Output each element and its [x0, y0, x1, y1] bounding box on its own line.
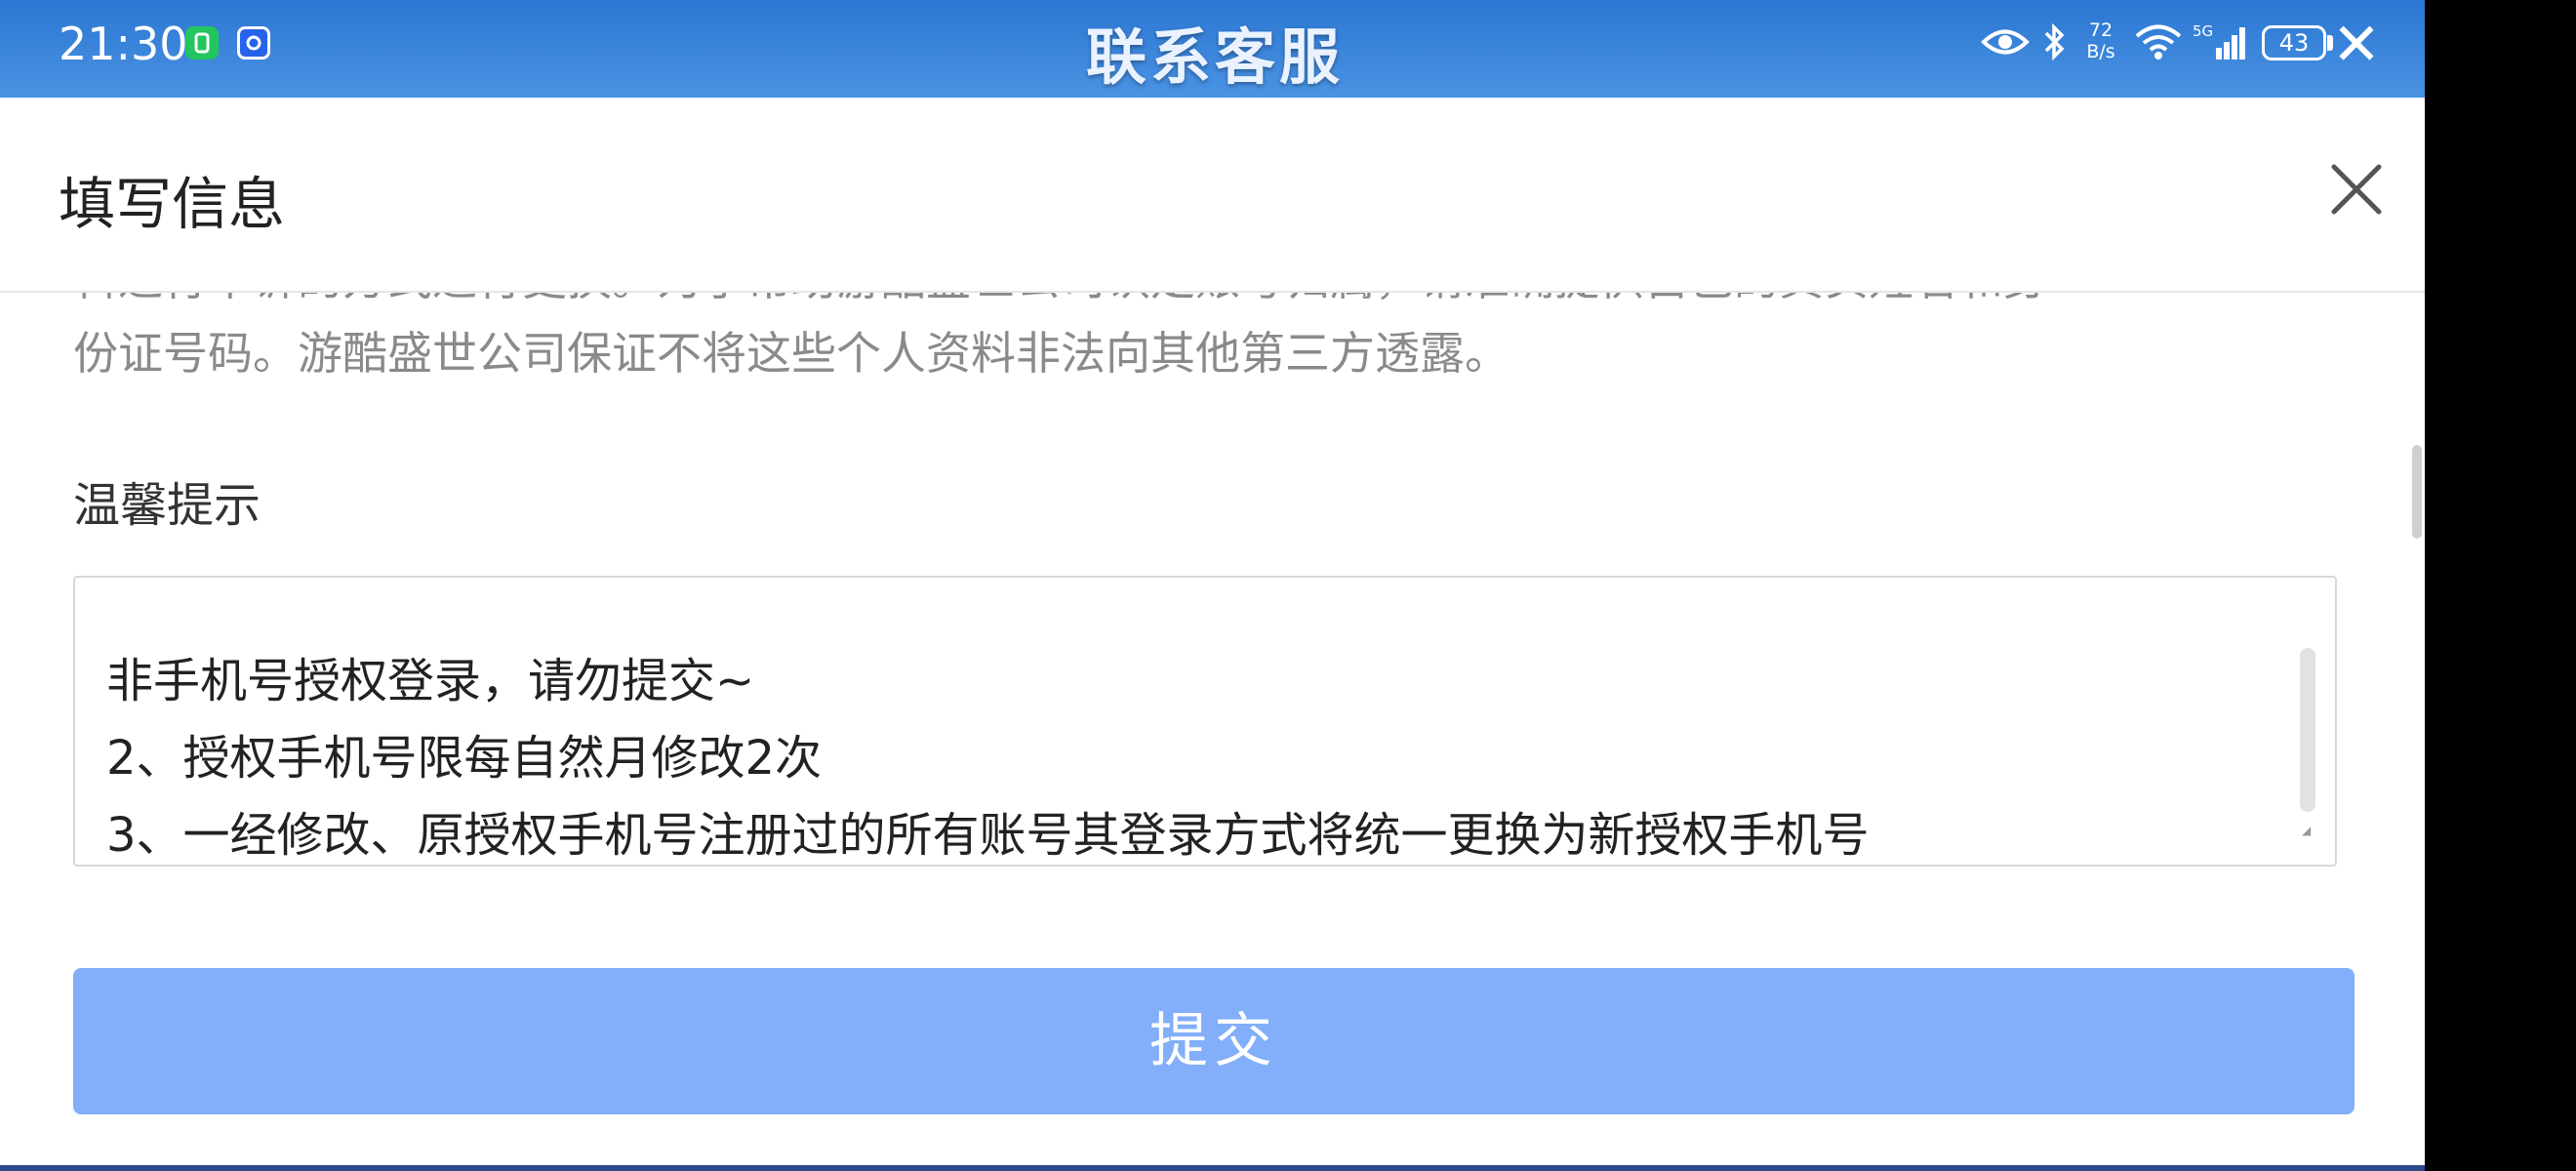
network-speed: 72 B/s	[2078, 20, 2123, 62]
tips-text: 非手机号授权登录，请勿提交~ 2、授权手机号限每自然月修改2次 3、一经修改、原…	[106, 578, 2282, 865]
tip-line: 非手机号授权登录，请勿提交~	[106, 654, 755, 708]
close-icon[interactable]: ✕	[2327, 16, 2386, 74]
tip-line: 3、一经修改、原授权手机号注册过的所有账号其登录方式将统一更换为新授权手机号	[106, 808, 1870, 863]
wifi-icon	[2130, 18, 2187, 66]
eye-icon	[1979, 18, 2032, 66]
screen-edge-bar	[2425, 0, 2576, 1171]
close-icon[interactable]	[2322, 155, 2391, 223]
resize-handle-icon[interactable]: ◢	[2302, 824, 2315, 837]
battery-icon: 43	[2262, 25, 2326, 61]
page-header-title: 联系客服	[1085, 21, 1344, 93]
network-speed-unit: B/s	[2086, 41, 2115, 62]
bottom-edge	[0, 1165, 2425, 1171]
network-speed-value: 72	[2088, 20, 2113, 41]
notification-app-icon	[185, 26, 219, 60]
signal-icon: 5G	[2191, 18, 2249, 66]
notification-app-icon-2	[237, 26, 270, 60]
bluetooth-icon	[2039, 18, 2069, 66]
submit-button[interactable]: 提交	[73, 968, 2355, 1114]
tips-scrollbar[interactable]	[2300, 648, 2315, 812]
screen: 21:30 联系客服 72 B/s 5G 43 ✕ 填写信息 份证号码。游酷盛世…	[0, 0, 2425, 1171]
tips-textarea[interactable]: 非手机号授权登录，请勿提交~ 2、授权手机号限每自然月修改2次 3、一经修改、原…	[73, 576, 2337, 867]
sheet-title: 填写信息	[59, 171, 286, 237]
status-bar: 21:30 联系客服 72 B/s 5G 43 ✕	[0, 0, 2425, 98]
page-scrollbar[interactable]	[2412, 445, 2422, 539]
tip-line: 2、授权手机号限每自然月修改2次	[106, 731, 823, 786]
fill-info-sheet: 填写信息 料进行申诉的方式进行更换。为了帮助游酷盛世公司认定账号归属，请准确提供…	[0, 101, 2425, 1167]
sheet-header: 填写信息	[0, 101, 2425, 293]
status-time: 21:30	[59, 18, 188, 70]
sheet-body[interactable]: 料进行申诉的方式进行更换。为了帮助游酷盛世公司认定账号归属，请准确提供自己的真实…	[0, 293, 2425, 1167]
notice-line: 份证号码。游酷盛世公司保证不将这些个人资料非法向其他第三方透露。	[73, 327, 1509, 380]
notice-line: 料进行申诉的方式进行更换。为了帮助游酷盛世公司认定账号归属，请准确提供自己的真实…	[73, 293, 2347, 316]
signal-label: 5G	[2193, 22, 2213, 40]
tips-heading: 温馨提示	[73, 478, 262, 533]
notice-paragraph: 料进行申诉的方式进行更换。为了帮助游酷盛世公司认定账号归属，请准确提供自己的真实…	[73, 293, 2347, 390]
